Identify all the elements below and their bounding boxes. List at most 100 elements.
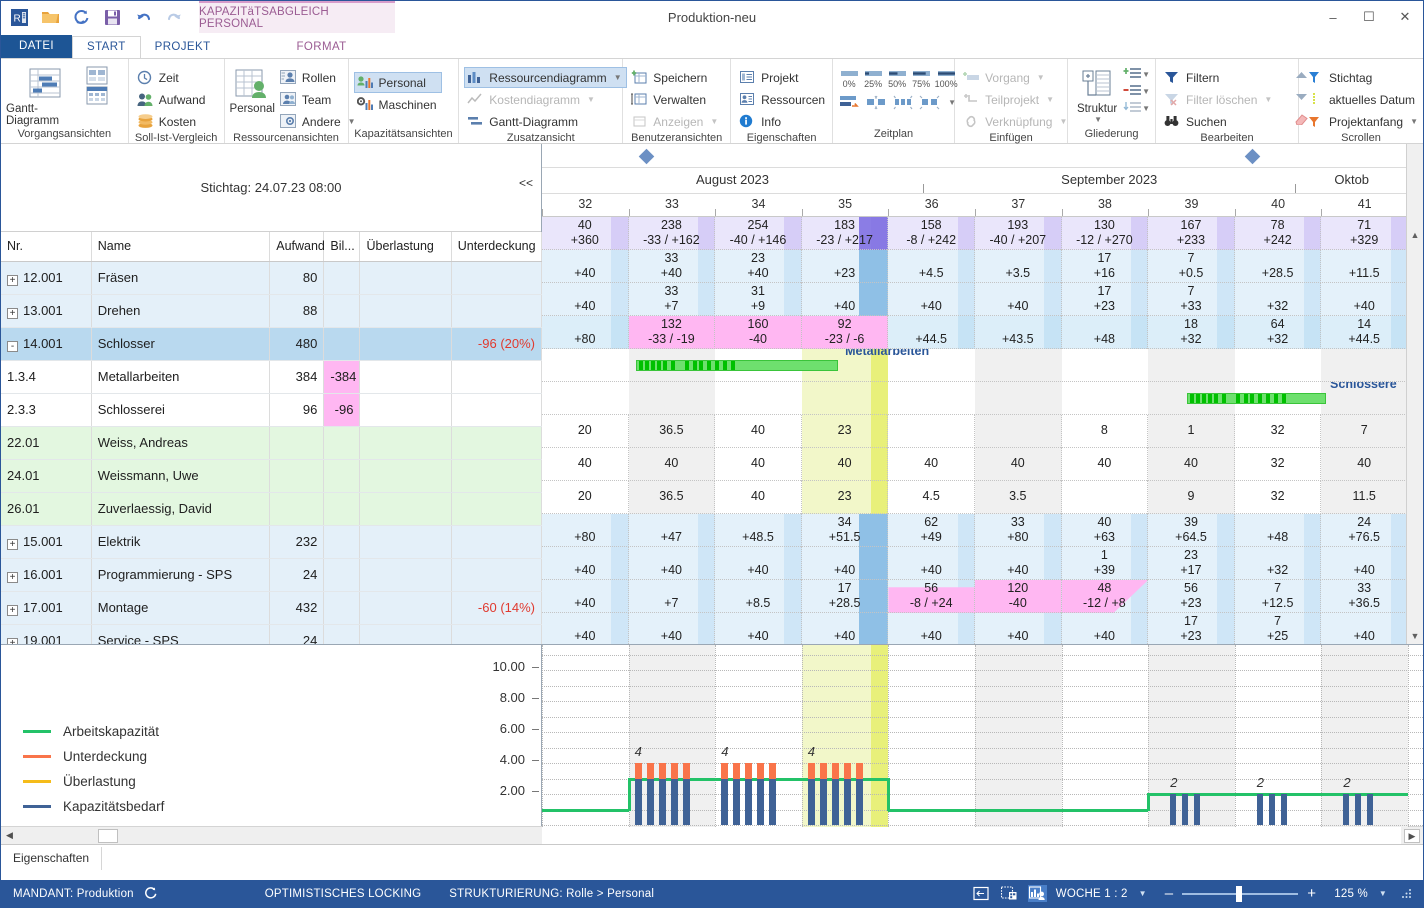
progress-0-button[interactable]: 0% — [838, 68, 860, 89]
timeline-cell[interactable]: +40 — [542, 580, 629, 613]
chevron-down-icon[interactable]: ▼ — [1142, 70, 1150, 79]
cell-name[interactable]: Schlosserei — [91, 393, 271, 427]
hscroll-thumb[interactable] — [98, 828, 118, 843]
cell-unterdeckung[interactable]: -96 (20%) — [451, 327, 543, 361]
row-expander[interactable]: + — [7, 604, 18, 616]
cell-bilanz[interactable] — [323, 492, 361, 526]
cell-nr[interactable]: 22.01 — [1, 426, 92, 460]
timeline-cell[interactable]: 32 — [1235, 415, 1322, 448]
cell-name[interactable]: Weissmann, Uwe — [91, 459, 271, 493]
timeline-cell[interactable]: 40 — [629, 448, 716, 481]
undo-icon[interactable] — [132, 6, 154, 28]
cell-nr[interactable]: 24.01 — [1, 459, 92, 493]
timeline-cell[interactable]: 39 +64.5 — [1148, 514, 1235, 547]
cell-aufwand[interactable]: 384 — [269, 360, 325, 394]
cell-name[interactable]: Schlosser — [91, 327, 271, 361]
zeit-button[interactable]: Zeit — [134, 67, 211, 88]
timeline-cell[interactable]: 40 — [715, 481, 802, 514]
cell-unterdeckung[interactable] — [451, 492, 543, 526]
aktuelles-datum-button[interactable]: aktuelles Datum — [1304, 89, 1423, 110]
timeline-cell[interactable]: +43.5 — [975, 316, 1062, 349]
col-header-nr[interactable]: Nr. — [1, 232, 92, 262]
capacity-need-bar[interactable] — [1355, 794, 1362, 825]
stichtag-scroll-button[interactable]: Stichtag — [1304, 67, 1423, 88]
cell-ueberlastung[interactable] — [359, 459, 452, 493]
timeline-cell[interactable]: 71 +329 — [1321, 217, 1408, 250]
timeline-cell[interactable] — [975, 415, 1062, 448]
timeline-cell[interactable]: 23 — [802, 481, 889, 514]
status-scale-label[interactable]: WOCHE 1 : 2 — [1056, 888, 1128, 900]
timeline-cell[interactable]: 33 +36.5 — [1321, 580, 1408, 613]
timeline-cell[interactable]: 17 +23 — [1148, 613, 1235, 644]
cell-nr[interactable]: +13.001 — [1, 294, 92, 328]
capacity-need-bar[interactable] — [721, 778, 729, 825]
timeline-cell[interactable]: 20 — [542, 415, 629, 448]
timeline-cell[interactable]: +40 — [715, 613, 802, 644]
ressourcendiagramm-button[interactable]: Ressourcendiagramm ▼ — [464, 67, 627, 88]
level-task-icon[interactable] — [892, 94, 914, 111]
timeline-cell[interactable]: +40 — [975, 283, 1062, 316]
cell-aufwand[interactable]: 232 — [269, 525, 325, 559]
cell-nr[interactable]: 1.3.4 — [1, 360, 92, 394]
cell-unterdeckung[interactable] — [451, 261, 543, 295]
timeline-cell[interactable]: 238 -33 / +162 — [629, 217, 716, 250]
cell-unterdeckung[interactable] — [451, 525, 543, 559]
cell-nr[interactable]: -14.001 — [1, 327, 92, 361]
undercoverage-bar[interactable] — [855, 763, 863, 779]
table-row[interactable]: 1.3.4 Metallarbeiten 384 -384 — [1, 360, 543, 394]
cell-ueberlastung[interactable] — [359, 426, 452, 460]
table-view-icon[interactable] — [1000, 885, 1019, 902]
timeline-cell[interactable]: +4.5 — [888, 250, 975, 283]
capacity-need-bar[interactable] — [1343, 794, 1350, 825]
chevron-down-icon[interactable]: ▼ — [1142, 87, 1150, 96]
timeline-row[interactable]: +40 +40 +40 +40 +40 +40 1 +39 23 +17 +32 +40 — [542, 547, 1423, 580]
cell-ueberlastung[interactable] — [359, 294, 452, 328]
capacity-need-bar[interactable] — [1182, 794, 1189, 825]
cell-unterdeckung[interactable] — [451, 294, 543, 328]
cell-ueberlastung[interactable] — [359, 525, 452, 559]
timeline-cell[interactable]: +7 — [629, 580, 716, 613]
undercoverage-bar[interactable] — [843, 763, 851, 779]
table-row[interactable]: 26.01 Zuverlaessig, David — [1, 492, 543, 526]
cell-nr[interactable]: 2.3.3 — [1, 393, 92, 427]
timeline-cell[interactable]: 160 -40 — [715, 316, 802, 349]
timeline-cell[interactable]: 64 +32 — [1235, 316, 1322, 349]
timeline-row[interactable]: Schlossere — [542, 382, 1423, 415]
timeline-cell[interactable]: +40 — [542, 283, 629, 316]
timeline-cell[interactable]: +40 — [1062, 613, 1149, 644]
timeline-cell[interactable]: 40 — [975, 448, 1062, 481]
row-expander[interactable]: + — [7, 274, 18, 286]
capacity-need-bar[interactable] — [1268, 794, 1275, 825]
capacity-need-bar[interactable] — [658, 778, 666, 825]
task-bar[interactable] — [1187, 393, 1326, 404]
collapse-panel-button[interactable]: << — [519, 176, 533, 190]
timeline-cell[interactable]: 167 +233 — [1148, 217, 1235, 250]
row-expander[interactable]: + — [7, 571, 18, 583]
timeline-cell[interactable]: 7 +0.5 — [1148, 250, 1235, 283]
scroll-right-arrow-icon[interactable]: ▶ — [1404, 828, 1420, 843]
timeline-cell[interactable]: +48 — [1235, 514, 1322, 547]
table-row[interactable]: +17.001 Montage 432 -60 (14%) — [1, 591, 543, 625]
cell-ueberlastung[interactable] — [359, 591, 452, 625]
cell-unterdeckung[interactable] — [451, 459, 543, 493]
capacity-need-bar[interactable] — [646, 778, 654, 825]
timeline-cell[interactable]: +40 — [629, 547, 716, 580]
kapazitaet-maschinen-button[interactable]: Maschinen — [354, 94, 442, 115]
timeline-cell[interactable]: 33 +40 — [629, 250, 716, 283]
chevron-down-icon[interactable]: ▼ — [1379, 889, 1387, 898]
col-header-unterdeckung[interactable]: Unterdeckung — [451, 232, 543, 262]
zoom-in-button[interactable]: + — [1298, 885, 1325, 902]
kapazitaet-personal-button[interactable]: Personal — [353, 72, 442, 93]
undercoverage-bar[interactable] — [721, 763, 729, 779]
timeline-cell[interactable]: 33 +7 — [629, 283, 716, 316]
timeline-row[interactable]: +40 +40 +40 +40 +40 +40 +40 17 +23 7 +25 +40 — [542, 613, 1423, 644]
scroll-left-arrow-icon[interactable]: ◀ — [1, 830, 18, 841]
cell-aufwand[interactable]: 80 — [269, 261, 325, 295]
timeline-row[interactable]: +40 +7 +8.5 17 +28.5 56 -8 / +24 120 -40 48 -12 / … — [542, 580, 1423, 613]
timeline-row[interactable]: Metallarbeiten — [542, 349, 1423, 382]
timeline-cell[interactable]: 7 +25 — [1235, 613, 1322, 644]
timeline-cell[interactable]: 17 +23 — [1062, 283, 1149, 316]
table-row[interactable]: +15.001 Elektrik 232 — [1, 525, 543, 559]
undercoverage-bar[interactable] — [807, 763, 815, 779]
collapse-level-button[interactable]: ▼ — [1123, 83, 1150, 99]
